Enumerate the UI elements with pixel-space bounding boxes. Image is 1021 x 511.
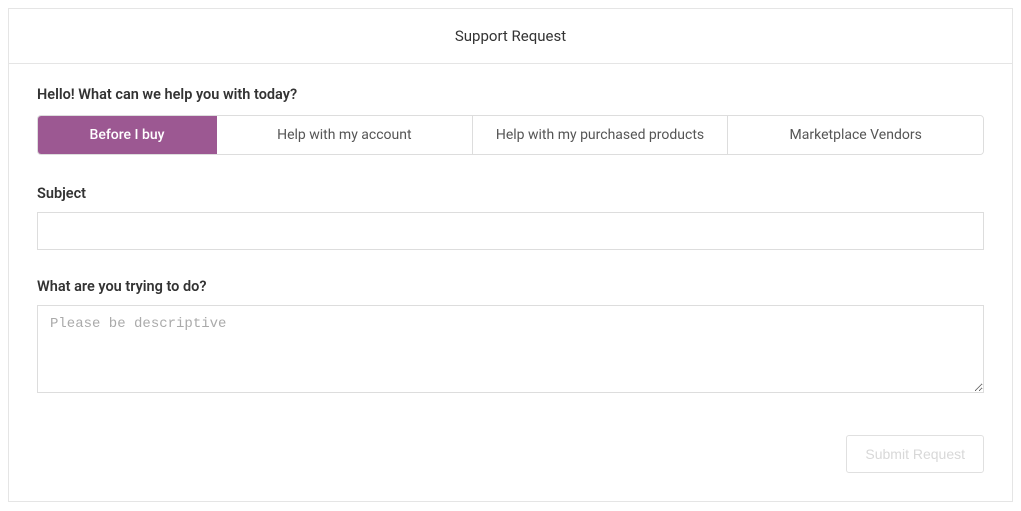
tab-help-purchased[interactable]: Help with my purchased products (473, 116, 729, 154)
panel-body: Hello! What can we help you with today? … (9, 64, 1012, 501)
submit-request-button[interactable]: Submit Request (846, 435, 984, 473)
tab-before-i-buy[interactable]: Before I buy (38, 116, 217, 154)
tab-help-account[interactable]: Help with my account (217, 116, 473, 154)
support-request-panel: Support Request Hello! What can we help … (8, 8, 1013, 502)
greeting-text: Hello! What can we help you with today? (37, 86, 984, 103)
subject-label: Subject (37, 185, 984, 202)
subject-group: Subject (37, 185, 984, 250)
category-tabs: Before I buy Help with my account Help w… (37, 115, 984, 155)
tab-marketplace-vendors[interactable]: Marketplace Vendors (728, 116, 983, 154)
subject-input[interactable] (37, 212, 984, 250)
description-label: What are you trying to do? (37, 278, 984, 295)
panel-title: Support Request (9, 9, 1012, 64)
description-group: What are you trying to do? (37, 278, 984, 397)
description-textarea[interactable] (37, 305, 984, 393)
button-row: Submit Request (37, 435, 984, 473)
